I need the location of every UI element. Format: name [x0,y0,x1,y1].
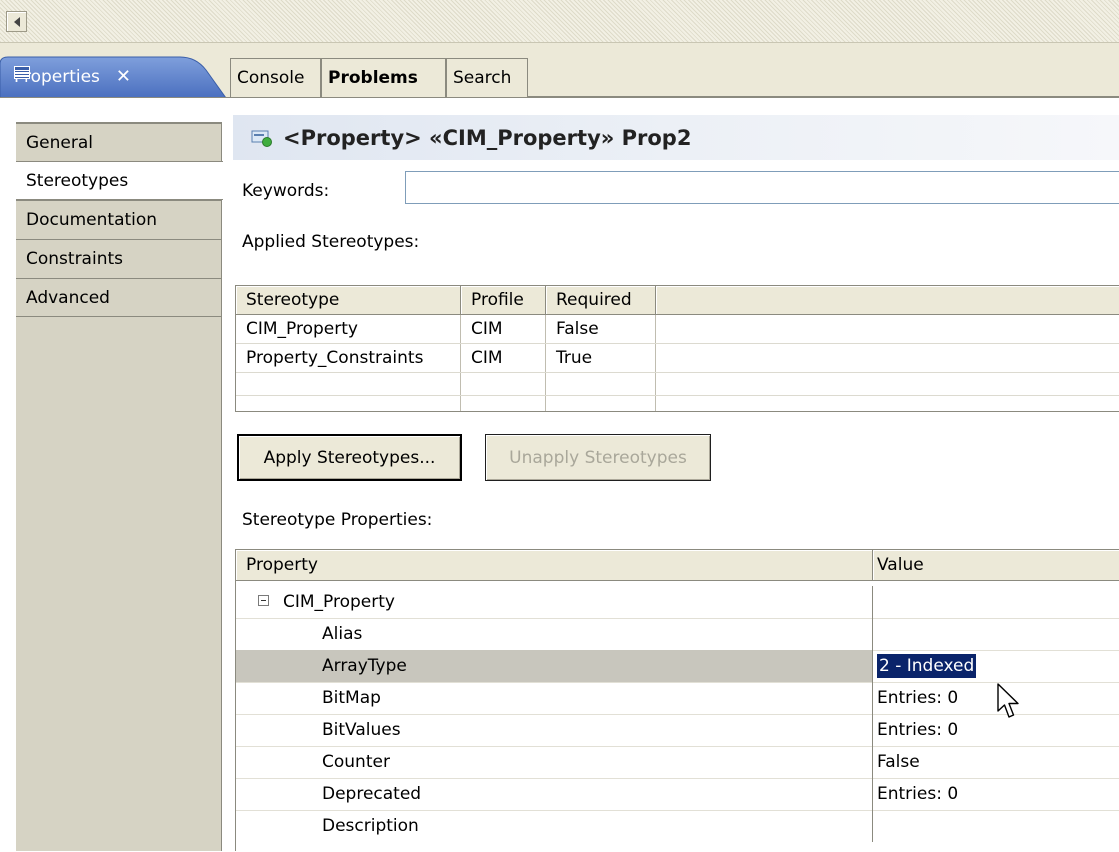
property-cell: BitValues [236,714,873,746]
column-header-filler [656,286,1119,314]
property-cell: Counter [236,746,873,778]
table-row-empty [236,373,1119,396]
stereotype-properties-table: Property Value CIM_Property Alias ArrayT… [235,549,1119,851]
tab-problems[interactable]: Problems [321,58,446,97]
page-title: <Property> «CIM_Property» Prop2 [283,125,692,150]
property-cell: Description [236,810,873,842]
tab-console[interactable]: Console [230,58,321,97]
filler-cell [656,315,1119,343]
value-cell[interactable]: 2 - Indexed [873,650,1119,682]
empty-cell [656,373,1119,395]
properties-list-icon [14,66,30,79]
tab-problems-label: Problems [328,68,418,88]
tab-properties[interactable]: Properties ✕ [0,56,230,98]
page-header: <Property> «CIM_Property» Prop2 [233,115,1119,160]
value-cell[interactable]: Entries: 0 [873,778,1119,810]
empty-cell [236,373,461,395]
collapse-icon[interactable] [258,594,269,606]
empty-cell [546,396,656,411]
tab-search[interactable]: Search [446,58,528,97]
value-cell[interactable] [873,618,1119,650]
sidebar-item-constraints[interactable]: Constraints [16,239,221,278]
tree-group-row[interactable]: CIM_Property [236,586,1119,619]
tab-console-label: Console [237,68,305,88]
value-cell[interactable]: False [873,746,1119,778]
empty-cell [546,373,656,395]
table-row[interactable]: Counter False [236,746,1119,779]
property-cell: Deprecated [236,778,873,810]
close-icon[interactable]: ✕ [116,66,131,87]
value-cell[interactable] [873,810,1119,842]
table-row-empty [236,396,1119,411]
section-tabs-sidebar: General Stereotypes Documentation Constr… [16,122,223,851]
value-cell [873,586,1119,618]
table-row[interactable]: Description [236,810,1119,842]
value-cell[interactable]: Entries: 0 [873,714,1119,746]
table-row[interactable]: CIM_Property CIM False [236,315,1119,344]
sidebar-item-label: Stereotypes [26,171,129,191]
table-row-selected[interactable]: ArrayType 2 - Indexed [236,650,1119,683]
table-row[interactable]: Alias [236,618,1119,651]
property-cell: Alias [236,618,873,650]
column-header-value[interactable]: Value [873,550,1119,580]
column-header-stereotype[interactable]: Stereotype [236,286,461,314]
profile-cell: CIM [461,315,546,343]
stereotype-properties-label: Stereotype Properties: [242,510,433,530]
empty-cell [461,396,546,411]
sidebar-item-label: Advanced [26,288,110,308]
unapply-stereotypes-button[interactable]: Unapply Stereotypes [485,434,711,481]
property-cell: BitMap [236,682,873,714]
column-header-required[interactable]: Required [546,286,656,314]
table-row[interactable]: Property_Constraints CIM True [236,344,1119,373]
empty-cell [236,396,461,411]
sidebar-item-label: Documentation [26,210,158,230]
stereotype-cell: Property_Constraints [236,344,461,372]
sidebar-margin [0,122,16,851]
sidebar-item-advanced[interactable]: Advanced [16,278,221,317]
empty-cell [656,396,1119,411]
mouse-pointer-icon [997,683,1019,718]
arrow-left-icon [13,16,20,27]
table-row[interactable]: Deprecated Entries: 0 [236,778,1119,811]
sidebar-item-documentation[interactable]: Documentation [16,200,221,239]
top-scroll-strip [0,0,1119,43]
table-row[interactable]: BitMap Entries: 0 [236,682,1119,715]
value-cell[interactable]: Entries: 0 [873,682,1119,714]
empty-cell [461,373,546,395]
required-cell: True [546,344,656,372]
stereotype-cell: CIM_Property [236,315,461,343]
property-cell: ArrayType [236,650,873,682]
table-header: Stereotype Profile Required [236,286,1119,315]
scroll-left-button[interactable] [6,11,27,32]
table-header: Property Value [236,550,1119,581]
sidebar-item-label: Constraints [26,249,123,269]
sidebar-item-general[interactable]: General [16,122,221,161]
apply-stereotypes-button[interactable]: Apply Stereotypes... [237,434,462,481]
applied-stereotypes-table: Stereotype Profile Required CIM_Property… [235,285,1119,412]
selected-value[interactable]: 2 - Indexed [875,653,978,679]
column-header-property[interactable]: Property [236,550,873,580]
group-cell: CIM_Property [236,586,873,618]
applied-stereotypes-label: Applied Stereotypes: [242,232,420,252]
property-element-icon [251,130,272,147]
filler-cell [656,344,1119,372]
column-header-profile[interactable]: Profile [461,286,546,314]
profile-cell: CIM [461,344,546,372]
group-label: CIM_Property [283,592,395,612]
sidebar-item-stereotypes[interactable]: Stereotypes [16,161,223,200]
tab-search-label: Search [453,68,512,88]
view-tab-bar: Properties ✕ Console Problems Search [0,50,1119,98]
sidebar-item-label: General [26,133,93,153]
keywords-label: Keywords: [242,181,330,201]
required-cell: False [546,315,656,343]
keywords-input[interactable] [405,171,1119,204]
table-row[interactable]: BitValues Entries: 0 [236,714,1119,747]
